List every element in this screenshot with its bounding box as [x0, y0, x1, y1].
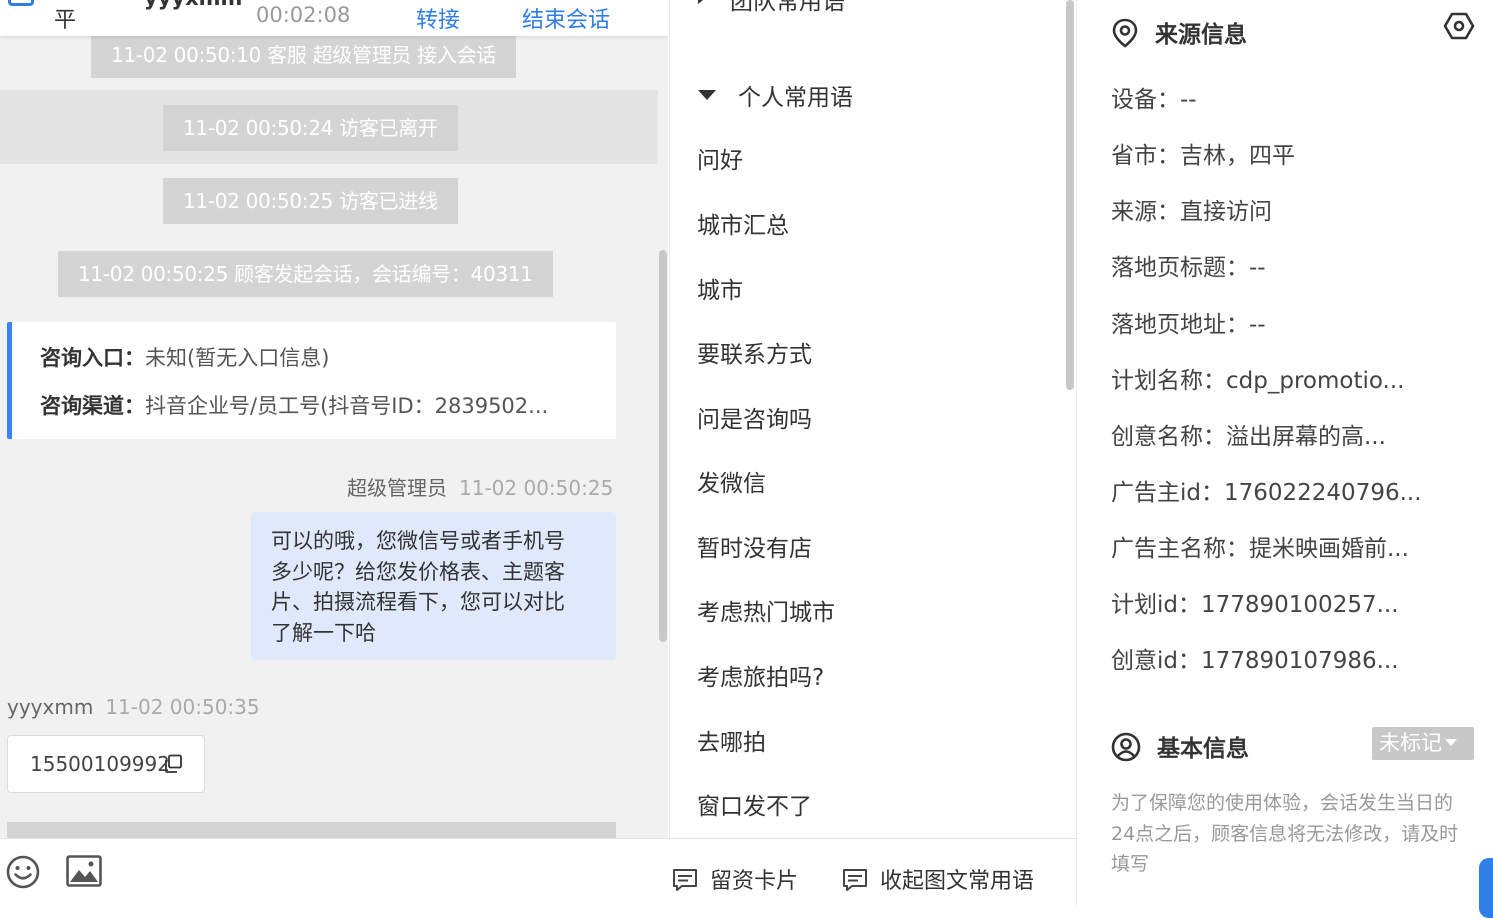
basic-info-title: 基本信息: [1111, 729, 1249, 763]
info-row-device: 设备：--: [1111, 87, 1197, 113]
message-card-icon: [673, 869, 697, 891]
entry-value: 未知(暂无入口信息): [145, 346, 330, 370]
agent-message-meta: 超级管理员 11-02 00:50:25: [347, 472, 613, 501]
info-row-province: 省市：吉林，四平: [1111, 143, 1295, 169]
channel-key: 咨询渠道：: [40, 394, 145, 418]
emoji-icon[interactable]: [6, 855, 40, 889]
lead-card-label: 留资卡片: [710, 869, 799, 894]
section-label: 基本信息: [1157, 736, 1249, 762]
phrase-item[interactable]: 要联系方式: [697, 335, 812, 369]
system-message: 11-02 00:50:25 顾客发起会话，会话编号：40311: [58, 251, 553, 297]
phrase-item[interactable]: 城市: [697, 271, 743, 305]
visitor-time: 11-02 00:50:35: [105, 695, 260, 719]
phrase-item[interactable]: 考虑旅拍吗?: [697, 658, 824, 692]
message-card-icon: [843, 869, 867, 891]
copy-icon[interactable]: [163, 754, 183, 774]
section-label: 来源信息: [1155, 22, 1247, 48]
system-message: [7, 822, 616, 838]
collapse-phrases-button[interactable]: 收起图文常用语: [842, 863, 1034, 895]
session-duration: 00:02:08: [256, 3, 351, 27]
phrases-panel: 团队常用语 个人常用语 问好 城市汇总 城市 要联系方式 问是咨询吗 发微信 暂…: [669, 0, 1075, 838]
input-toolbar: 留资卡片 收起图文常用语: [0, 838, 1076, 907]
phrase-item[interactable]: 窗口发不了: [697, 787, 812, 821]
group-label: 团队常用语: [730, 0, 845, 15]
phone-number: 15500109992: [30, 752, 170, 776]
caret-down-icon: [1445, 739, 1457, 746]
system-message: 11-02 00:50:10 客服 超级管理员 接入会话: [91, 32, 516, 78]
source-info-title: 来源信息: [1111, 15, 1247, 49]
agent-sender: 超级管理员: [347, 476, 447, 500]
message-line: 了解一下哈: [271, 620, 376, 645]
tag-value: 未标记: [1379, 731, 1442, 755]
system-message: 11-02 00:50:24 访客已离开: [163, 105, 458, 151]
lead-card-button[interactable]: 留资卡片: [672, 863, 798, 895]
entry-info-card: 咨询入口：未知(暂无入口信息) 咨询渠道：抖音企业号/员工号(抖音号ID：283…: [7, 322, 616, 439]
phrase-item[interactable]: 去哪拍: [697, 723, 766, 757]
entry-row: 咨询入口：未知(暂无入口信息): [40, 342, 329, 372]
image-icon[interactable]: [66, 855, 102, 887]
team-phrases-group[interactable]: 团队常用语: [698, 0, 845, 16]
chat-panel[interactable]: 11-02 00:50:10 客服 超级管理员 接入会话 11-02 00:50…: [0, 0, 668, 838]
floating-action-button[interactable]: [1479, 858, 1493, 918]
chevron-down-icon: [698, 90, 716, 100]
visitor-name: yyyxmm: [144, 0, 242, 10]
collapse-phrases-label: 收起图文常用语: [880, 869, 1035, 894]
end-session-button[interactable]: 结束会话: [522, 2, 610, 34]
phrase-item[interactable]: 暂时没有店: [697, 529, 812, 563]
info-row-advertiser-id: 广告主id：176022240796...: [1111, 480, 1422, 506]
info-row-creative-id: 创意id：177890107986...: [1111, 648, 1399, 674]
visitor-sender: yyyxmm: [7, 695, 94, 719]
group-label: 个人常用语: [738, 85, 853, 111]
chevron-right-icon: [698, 0, 708, 4]
info-row-creative-name: 创意名称：溢出屏幕的高...: [1111, 424, 1386, 450]
phrase-item[interactable]: 城市汇总: [697, 206, 789, 240]
user-icon: [1111, 732, 1141, 762]
phrase-item[interactable]: 发微信: [697, 464, 766, 498]
channel-row: 咨询渠道：抖音企业号/员工号(抖音号ID：2839502...: [40, 390, 548, 420]
info-row-landing-url: 落地页地址：--: [1111, 312, 1266, 338]
message-line: 多少呢？给您发价格表、主题客: [271, 559, 565, 584]
message-line: 可以的哦，您微信号或者手机号: [271, 529, 565, 553]
visitor-message-card: 15500109992: [7, 735, 205, 793]
info-row-advertiser-name: 广告主名称：提米映画婚前...: [1111, 536, 1409, 562]
entry-key: 咨询入口：: [40, 346, 145, 370]
info-row-source: 来源：直接访问: [1111, 199, 1272, 225]
location-fragment: 平: [54, 8, 77, 33]
visitor-message-meta: yyyxmm 11-02 00:50:35: [7, 695, 260, 719]
info-row-landing-title: 落地页标题：--: [1111, 255, 1266, 281]
info-row-plan-name: 计划名称：cdp_promotio...: [1111, 368, 1405, 394]
message-line: 片、拍摄流程看下，您可以对比: [271, 590, 565, 614]
phrase-item[interactable]: 问是咨询吗: [697, 400, 812, 434]
chat-header: 平 yyyxmm 00:02:08 转接 结束会话: [0, 0, 668, 36]
personal-phrases-group[interactable]: 个人常用语: [698, 78, 853, 112]
phrase-item[interactable]: 考虑热门城市: [697, 593, 835, 627]
chat-scrollbar[interactable]: [659, 250, 667, 642]
tag-dropdown[interactable]: 未标记: [1372, 727, 1474, 760]
agent-icon: [8, 0, 34, 6]
edit-notice: 为了保障您的使用体验，会话发生当日的24点之后，顾客信息将无法修改，请及时填写: [1111, 792, 1459, 875]
phrase-item[interactable]: 问好: [697, 141, 743, 175]
info-row-plan-id: 计划id：177890100257...: [1111, 592, 1399, 618]
phrases-scrollbar[interactable]: [1066, 0, 1074, 390]
customer-info-panel: 来源信息 设备：-- 省市：吉林，四平 来源：直接访问 落地页标题：-- 落地页…: [1076, 0, 1493, 907]
system-message: 11-02 00:50:25 访客已进线: [163, 178, 458, 224]
transfer-button[interactable]: 转接: [416, 2, 460, 34]
location-pin-icon: [1112, 18, 1138, 48]
agent-message-bubble: 可以的哦，您微信号或者手机号 多少呢？给您发价格表、主题客 片、拍摄流程看下，您…: [251, 512, 616, 660]
view-icon[interactable]: [1443, 11, 1475, 41]
agent-time: 11-02 00:50:25: [459, 476, 614, 500]
channel-value: 抖音企业号/员工号(抖音号ID：2839502...: [145, 394, 549, 418]
